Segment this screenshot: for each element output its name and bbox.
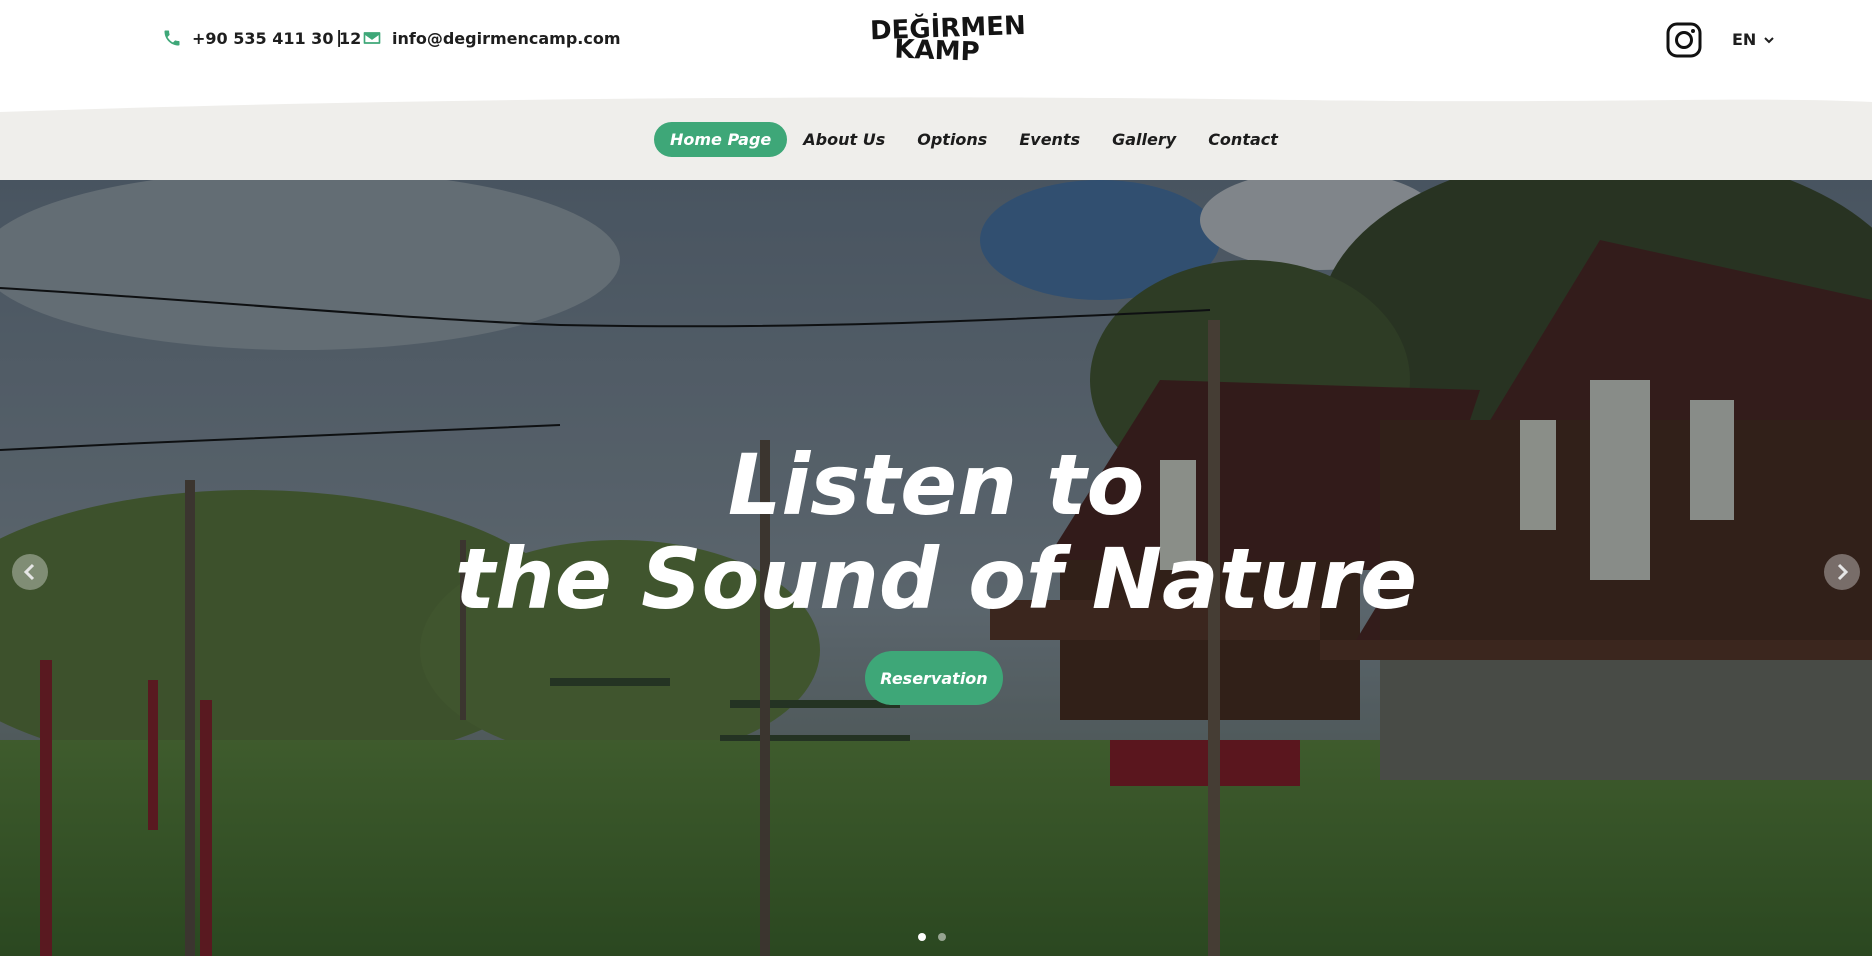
contact-separator: | (336, 28, 343, 48)
main-nav: Home Page About Us Options Events Galler… (654, 122, 1294, 157)
email-contact[interactable]: info@degirmencamp.com (362, 28, 621, 48)
nav-about-us[interactable]: About Us (787, 122, 901, 157)
nav-contact[interactable]: Contact (1192, 122, 1294, 157)
nav-home[interactable]: Home Page (654, 122, 788, 157)
nav-gallery[interactable]: Gallery (1096, 122, 1192, 157)
reservation-button[interactable]: Reservation (865, 651, 1003, 705)
mail-icon (363, 32, 381, 44)
language-label: EN (1732, 30, 1757, 49)
slider-pagination (918, 933, 946, 941)
chevron-right-icon (1837, 563, 1849, 581)
hero-slider: Listen to the Sound of Nature Reservatio… (0, 180, 1872, 956)
hero-headline-line-2: the Sound of Nature (454, 530, 1418, 628)
chevron-left-icon (23, 563, 35, 581)
language-selector[interactable]: EN (1732, 30, 1775, 49)
nav-options[interactable]: Options (901, 122, 1003, 157)
instagram-icon[interactable] (1666, 22, 1702, 58)
email-address: info@degirmencamp.com (392, 28, 621, 48)
logo-line-2: KAMP (893, 34, 981, 68)
slider-next-button[interactable] (1824, 554, 1860, 590)
chevron-down-icon (1764, 36, 1775, 43)
slider-dot[interactable] (938, 933, 946, 941)
hero-headline-line-1: Listen to (727, 436, 1145, 534)
phone-contact[interactable]: +90 535 411 30 12 (162, 28, 361, 48)
phone-icon (164, 30, 180, 46)
nav-events[interactable]: Events (1003, 122, 1096, 157)
slider-prev-button[interactable] (12, 554, 48, 590)
slider-dot[interactable] (918, 933, 926, 941)
site-logo[interactable]: DEĞİRMEN KAMP (870, 11, 1027, 68)
nav-wave-edge (0, 92, 1872, 122)
